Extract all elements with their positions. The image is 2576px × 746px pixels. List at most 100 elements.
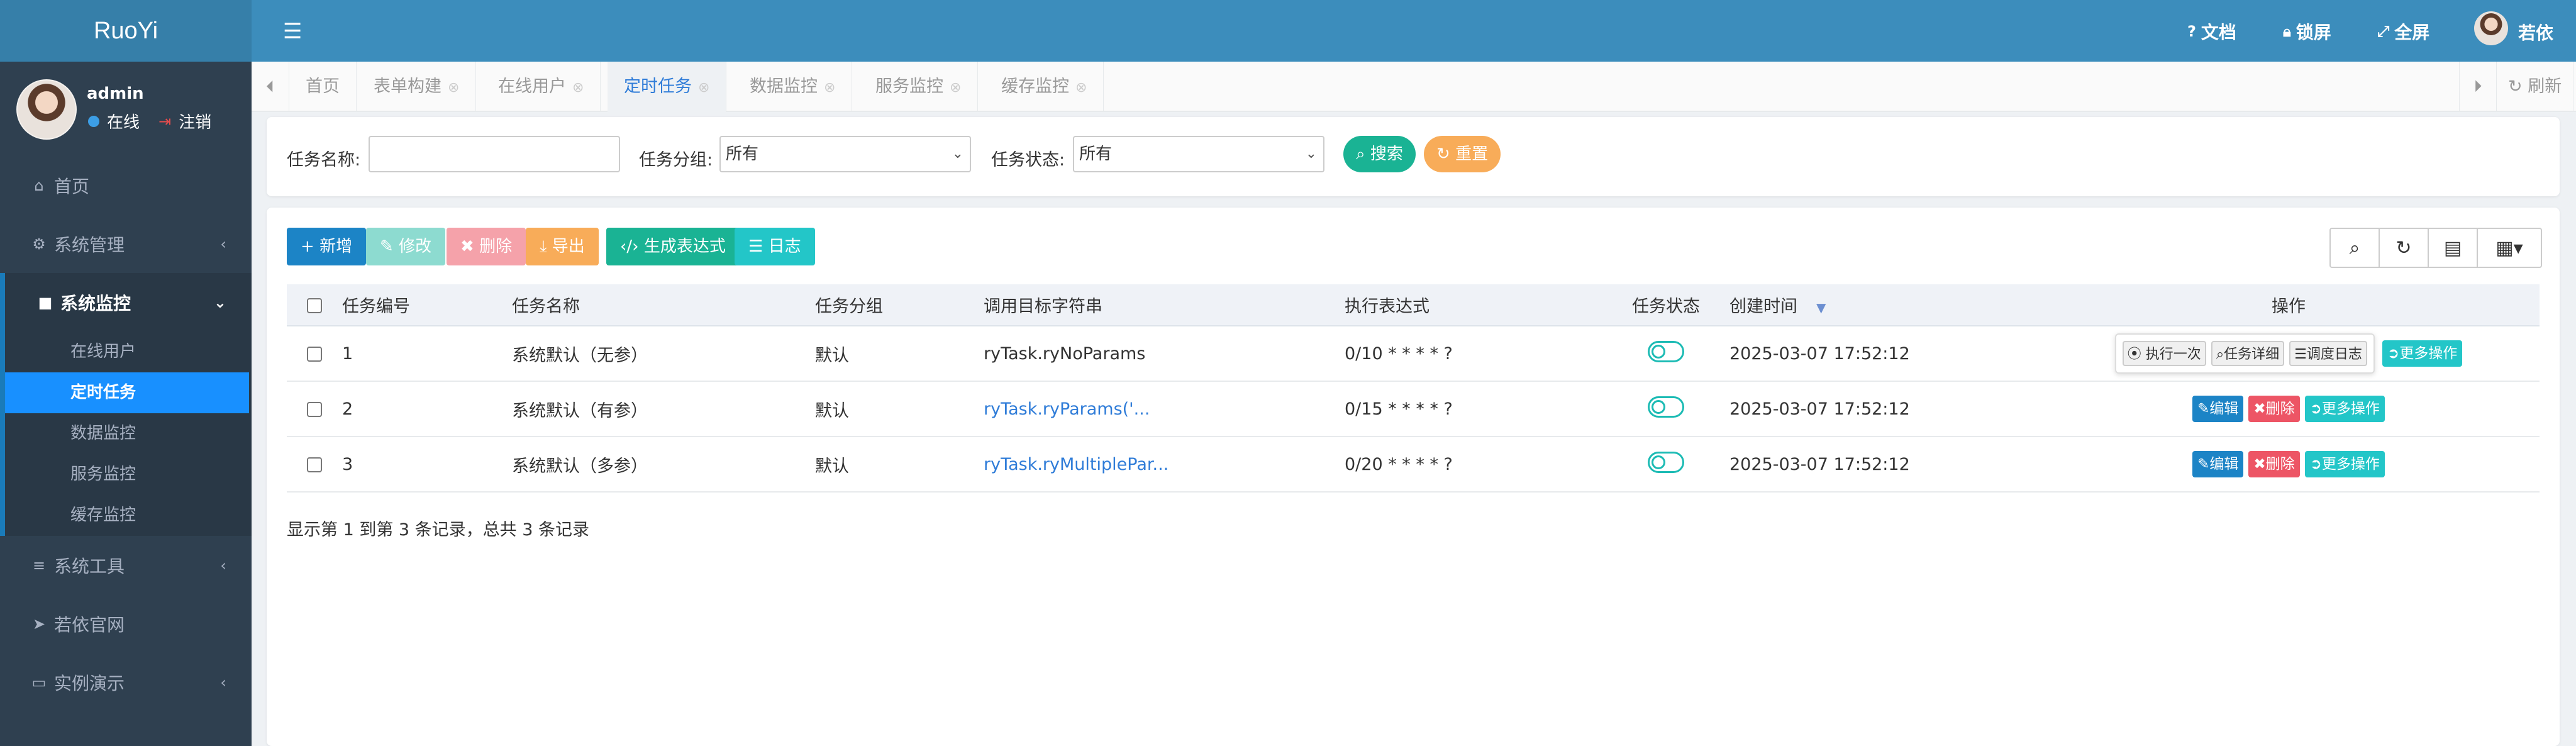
table-row[interactable]: 3 系统默认（多参） 默认 ryTask.ryMultiplePar... 0/… xyxy=(287,437,2540,492)
search-button[interactable]: ⌕ 搜索 xyxy=(1343,136,1416,172)
tabs-scroll-right-icon[interactable]: ⏵ xyxy=(2459,62,2497,112)
delete-row-button[interactable]: ✖删除 xyxy=(2248,396,2300,422)
more-actions-popover: ⦿ 执行一次 ⌕任务详细 ☰调度日志 xyxy=(2114,333,2375,374)
refresh-icon[interactable]: ↻ xyxy=(2380,229,2429,267)
hamburger-menu-icon[interactable]: ☰ xyxy=(283,19,302,44)
add-button[interactable]: + 新增 xyxy=(287,228,367,265)
sidebar-item-data-monitor[interactable]: 数据监控 xyxy=(5,413,252,454)
more-actions-label: 更多操作 xyxy=(2399,345,2458,362)
cell-invoke-target[interactable]: ryTask.ryParams('... xyxy=(984,381,1345,437)
col-status[interactable]: 任务状态 xyxy=(1602,284,1729,326)
table-header-row: 任务编号 任务名称 任务分组 调用目标字符串 执行表达式 任务状态 创建时间 ▼ … xyxy=(287,284,2540,326)
row-checkbox[interactable] xyxy=(307,402,322,417)
col-cron[interactable]: 执行表达式 xyxy=(1345,284,1602,326)
question-circle-icon: ? xyxy=(2187,23,2196,40)
search-toggle-icon[interactable]: ⌕ xyxy=(2331,229,2380,267)
task-status-select[interactable]: 所有 ⌄ xyxy=(1073,136,1324,172)
col-job-group[interactable]: 任务分组 xyxy=(815,284,984,326)
user-menu[interactable]: 若依 xyxy=(2474,11,2553,45)
tab-scheduled-jobs[interactable]: 定时任务 ⊗ xyxy=(608,62,727,112)
tabs-scroll-left-icon[interactable]: ⏴ xyxy=(252,62,289,112)
col-invoke-target[interactable]: 调用目标字符串 xyxy=(984,284,1345,326)
log-button[interactable]: ☰ 日志 xyxy=(735,228,815,265)
fullscreen-link[interactable]: ⤢ 全屏 xyxy=(2377,19,2429,44)
gear-icon: ⚙ xyxy=(32,235,46,253)
col-job-id[interactable]: 任务编号 xyxy=(342,284,512,326)
tab-label: 在线用户 xyxy=(498,77,566,96)
edit-row-button[interactable]: ✎编辑 xyxy=(2192,396,2244,422)
run-once-button[interactable]: ⦿ 执行一次 xyxy=(2122,341,2206,366)
table-row[interactable]: 1 系统默认（无参） 默认 ryTask.ryNoParams 0/10 * *… xyxy=(287,326,2540,381)
lock-icon: 🔒︎ xyxy=(2283,23,2291,40)
cell-invoke-target[interactable]: ryTask.ryMultiplePar... xyxy=(984,437,1345,492)
sidebar-item-label: 实例演示 xyxy=(54,672,125,694)
logout-icon[interactable]: ⇥ xyxy=(158,113,171,130)
select-all-checkbox[interactable] xyxy=(307,298,322,313)
status-toggle[interactable] xyxy=(1648,451,1684,473)
cell-cron: 0/15 * * * * ? xyxy=(1345,399,1453,419)
status-toggle[interactable] xyxy=(1648,340,1684,362)
brand-logo[interactable]: RuoYi xyxy=(0,0,252,62)
col-created[interactable]: 创建时间 ▼ xyxy=(1729,284,2038,326)
tab-home[interactable]: 首页 xyxy=(289,62,357,112)
status-toggle[interactable] xyxy=(1648,396,1684,418)
sidebar-item-cache-monitor[interactable]: 缓存监控 xyxy=(5,495,252,536)
col-job-name[interactable]: 任务名称 xyxy=(512,284,815,326)
close-icon[interactable]: ⊗ xyxy=(1075,80,1087,96)
cell-cron: 0/10 * * * * ? xyxy=(1345,343,1453,364)
sidebar-item-system[interactable]: ⚙ 系统管理 ‹ xyxy=(0,214,252,273)
user-avatar[interactable] xyxy=(16,79,77,140)
sidebar-item-label: 系统管理 xyxy=(54,234,125,255)
more-actions-button[interactable]: ➲更多操作 xyxy=(2304,396,2385,422)
close-icon[interactable]: ⊗ xyxy=(572,80,584,96)
row-checkbox[interactable] xyxy=(307,457,322,472)
job-detail-button[interactable]: ⌕任务详细 xyxy=(2211,341,2285,366)
sort-desc-icon[interactable]: ▼ xyxy=(1816,300,1826,315)
tab-online-users[interactable]: 在线用户 ⊗ xyxy=(482,62,601,112)
close-icon[interactable]: ⊗ xyxy=(698,80,709,96)
tab-data-monitor[interactable]: 数据监控 ⊗ xyxy=(733,62,853,112)
remove-icon: ✖ xyxy=(460,237,480,256)
task-name-input[interactable] xyxy=(369,136,620,172)
lock-screen-link[interactable]: 🔒︎ 锁屏 xyxy=(2283,19,2331,44)
logout-link[interactable]: 注销 xyxy=(179,109,211,133)
sidebar-item-online-users[interactable]: 在线用户 xyxy=(5,331,252,372)
delete-row-label: 删除 xyxy=(2265,401,2295,417)
user-status: 在线 ⇥ 注销 xyxy=(88,109,211,133)
refresh-tab-button[interactable]: ↻ 刷新 xyxy=(2497,62,2574,112)
table-row[interactable]: 2 系统默认（有参） 默认 ryTask.ryParams('... 0/15 … xyxy=(287,381,2540,437)
reset-button[interactable]: ↻ 重置 xyxy=(1424,136,1501,172)
row-checkbox[interactable] xyxy=(307,347,322,362)
edit-button[interactable]: ✎ 修改 xyxy=(366,228,446,265)
more-actions-button[interactable]: ➲更多操作 xyxy=(2304,451,2385,477)
search-icon: ⌕ xyxy=(1356,145,1370,164)
schedule-log-button[interactable]: ☰调度日志 xyxy=(2289,341,2367,366)
more-actions-button[interactable]: ➲更多操作 xyxy=(2382,340,2463,367)
tab-server-monitor[interactable]: 服务监控 ⊗ xyxy=(859,62,979,112)
delete-row-button[interactable]: ✖删除 xyxy=(2248,451,2300,477)
sidebar-item-scheduled-jobs[interactable]: 定时任务 xyxy=(5,372,249,413)
close-icon[interactable]: ⊗ xyxy=(448,80,459,96)
docs-link[interactable]: ? 文档 xyxy=(2187,19,2236,44)
tab-form-builder[interactable]: 表单构建 ⊗ xyxy=(357,62,477,112)
export-button[interactable]: ⤓ 导出 xyxy=(526,228,599,265)
sidebar-item-official-site[interactable]: ➤ 若依官网 xyxy=(0,594,252,653)
edit-row-button[interactable]: ✎编辑 xyxy=(2192,451,2244,477)
close-icon[interactable]: ⊗ xyxy=(824,80,835,96)
sidebar-item-demo[interactable]: ▭ 实例演示 ‹ xyxy=(0,653,252,711)
generate-cron-button[interactable]: ‹/› 生成表达式 xyxy=(606,228,740,265)
task-group-select[interactable]: 所有 ⌄ xyxy=(719,136,971,172)
close-icon[interactable]: ⊗ xyxy=(950,80,961,96)
sidebar-item-tools[interactable]: ≡ 系统工具 ‹ xyxy=(0,536,252,594)
sidebar-item-monitor[interactable]: ■ 系统监控 ⌄ xyxy=(0,273,252,331)
columns-icon[interactable]: ▦▾ xyxy=(2478,229,2541,267)
arrows-expand-icon: ⤢ xyxy=(2377,23,2390,40)
sidebar-item-home[interactable]: ⌂ 首页 xyxy=(0,156,252,214)
code-icon: ‹/› xyxy=(620,237,644,256)
lock-label: 锁屏 xyxy=(2296,22,2331,43)
toggle-view-icon[interactable]: ▤ xyxy=(2429,229,2478,267)
delete-button[interactable]: ✖ 删除 xyxy=(447,228,526,265)
tab-cache-monitor[interactable]: 缓存监控 ⊗ xyxy=(985,62,1104,112)
more-actions-label: 更多操作 xyxy=(2321,401,2380,417)
sidebar-item-server-monitor[interactable]: 服务监控 xyxy=(5,454,252,495)
